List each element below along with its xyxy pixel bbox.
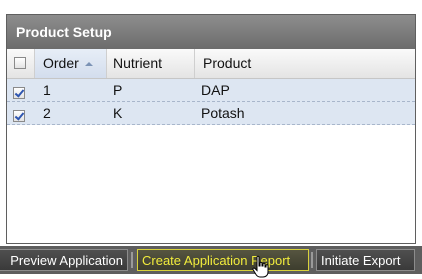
select-all-checkbox-icon[interactable] (14, 57, 26, 69)
table-row[interactable]: 1 P DAP (7, 79, 415, 102)
table-row[interactable]: 2 K Potash (7, 102, 415, 125)
column-header-product-label: Product (203, 55, 252, 71)
preview-application-button[interactable]: Preview Application (0, 249, 128, 271)
product-cell: DAP (201, 82, 230, 98)
order-cell: 2 (43, 105, 51, 121)
column-header-nutrient[interactable]: Nutrient (106, 49, 194, 78)
order-cell: 1 (43, 82, 51, 98)
sort-ascending-icon (84, 62, 93, 67)
checkbox-checked-icon[interactable] (13, 87, 25, 99)
action-toolbar: Preview Application Create Application R… (0, 246, 422, 274)
toolbar-separator (131, 252, 133, 268)
product-cell: Potash (201, 105, 245, 121)
column-header-nutrient-label: Nutrient (113, 55, 163, 71)
product-setup-panel: Product Setup Order Nutrient Product 1 P… (6, 14, 416, 244)
nutrient-cell: K (113, 105, 123, 121)
create-application-report-button[interactable]: Create Application Report (137, 249, 309, 271)
nutrient-cell: P (113, 82, 123, 98)
checkbox-checked-icon[interactable] (13, 110, 25, 122)
panel-title: Product Setup (7, 15, 415, 49)
column-header-order-label: Order (43, 55, 79, 71)
hand-pointer-icon (252, 255, 269, 278)
row-checkbox[interactable] (13, 106, 25, 128)
toolbar-separator (311, 252, 313, 268)
grid-header: Order Nutrient Product (7, 49, 415, 79)
initiate-export-button[interactable]: Initiate Export (316, 249, 415, 271)
column-header-product[interactable]: Product (194, 49, 415, 78)
select-all-header[interactable] (7, 49, 34, 78)
column-header-order[interactable]: Order (34, 49, 106, 78)
